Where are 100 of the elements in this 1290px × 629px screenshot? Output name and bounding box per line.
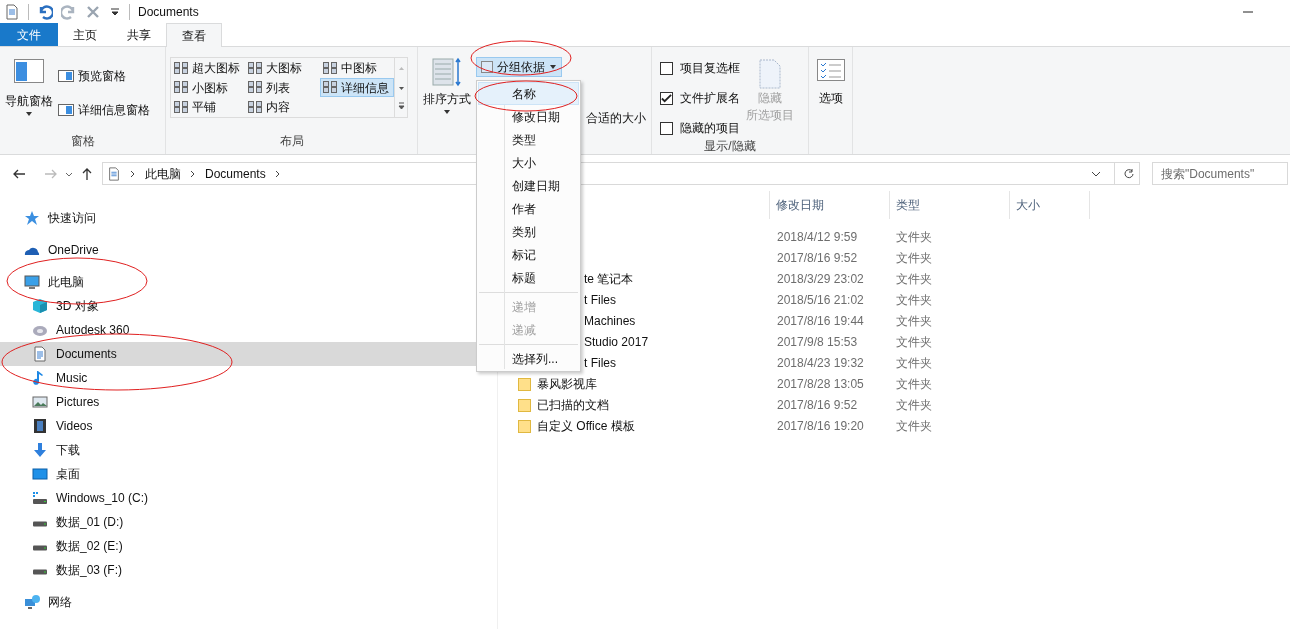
item-type: 文件夹 [895, 417, 933, 435]
layout-option[interactable]: 平铺 [171, 97, 246, 117]
file-name[interactable]: 暴风影视库 [537, 374, 597, 393]
modified-date: 2017/9/8 15:53 [776, 333, 859, 351]
up-arrow-icon[interactable] [80, 166, 94, 181]
breadcrumb-item[interactable]: 此电脑 [145, 164, 181, 183]
column-header[interactable]: 修改日期 [770, 191, 890, 219]
menu-item[interactable]: 名称 [478, 82, 579, 105]
layout-option[interactable]: 超大图标 [171, 58, 246, 78]
file-name[interactable]: te 笔记本 [584, 269, 634, 288]
breadcrumb-item[interactable]: Documents [205, 164, 266, 183]
ribbon-tab[interactable]: 查看 [166, 23, 222, 47]
modified-date: 2018/5/16 21:02 [776, 291, 865, 309]
column-header[interactable]: 类型 [890, 191, 1010, 219]
item-type: 文件夹 [895, 249, 933, 267]
modified-date: 2018/4/12 9:59 [776, 228, 859, 246]
chevron-right-icon [129, 169, 137, 178]
file-name[interactable]: 自定义 Office 模板 [537, 416, 635, 435]
nav-item[interactable]: 桌面 [0, 462, 497, 486]
fit-columns-button[interactable]: 合适的大小 [586, 109, 646, 127]
pane-icon [58, 70, 74, 82]
caret-icon [443, 108, 451, 116]
pane-layout-icon [14, 59, 44, 83]
page-icon [759, 59, 781, 89]
checkbox-label: 隐藏的项目 [680, 120, 740, 137]
item-type: 文件夹 [895, 396, 933, 414]
checkbox[interactable] [660, 121, 673, 135]
search-field[interactable]: 搜索"Documents" [1152, 162, 1288, 185]
drive-icon [32, 521, 48, 527]
chevron-right-icon [189, 169, 197, 178]
item-type: 文件夹 [895, 291, 933, 309]
monitor-icon [24, 274, 40, 290]
ribbon-tab[interactable]: 主页 [58, 23, 112, 46]
folder-icon [518, 397, 531, 412]
caret-icon [549, 63, 557, 71]
layout-option[interactable]: 详细信息 [319, 77, 394, 98]
item-type: 文件夹 [895, 333, 933, 351]
file-name[interactable]: t Files [584, 353, 616, 372]
ribbon-tab[interactable]: 共享 [112, 23, 166, 46]
nav-item[interactable]: 数据_01 (D:) [0, 510, 497, 534]
menu-item[interactable]: 修改日期 [478, 105, 579, 128]
pane-button[interactable]: 详细信息窗格 [58, 101, 150, 119]
group-by-button[interactable]: 分组依据 [476, 57, 562, 77]
item-type: 文件夹 [895, 354, 933, 372]
nav-item[interactable]: Windows_10 (C:) [0, 486, 497, 510]
layout-option[interactable]: 小图标 [171, 77, 246, 98]
options-button[interactable]: 选项 [816, 59, 845, 154]
window-title: Documents [138, 4, 199, 21]
navigation-pane-button[interactable]: 导航窗格 [0, 55, 58, 132]
star-icon [24, 210, 40, 226]
group-label: 窗格 [70, 133, 95, 150]
document-icon [107, 166, 121, 181]
nav-item[interactable]: 网络 [0, 590, 497, 614]
view-icon [174, 61, 188, 74]
layout-option[interactable]: 大图标 [245, 58, 320, 78]
document-icon [4, 4, 20, 20]
pane-button[interactable]: 预览窗格 [58, 67, 150, 85]
modified-date: 2017/8/16 19:44 [776, 312, 865, 330]
modified-date: 2017/8/16 9:52 [776, 396, 859, 414]
file-name[interactable]: Studio 2017 [584, 332, 649, 351]
nav-item[interactable]: Pictures [0, 390, 497, 414]
folder-icon [518, 418, 531, 433]
modified-date: 2017/8/28 13:05 [776, 375, 865, 393]
desktop-icon [32, 466, 48, 482]
group-icon [481, 61, 493, 73]
item-type: 文件夹 [895, 375, 933, 393]
checkbox[interactable] [660, 61, 673, 75]
nav-item[interactable]: 数据_02 (E:) [0, 534, 497, 558]
checkbox[interactable] [660, 91, 673, 105]
checkmark-icon [661, 92, 672, 104]
down-arrow-icon [32, 442, 48, 458]
picture-icon [32, 394, 48, 410]
view-icon [248, 81, 263, 94]
view-icon [248, 101, 263, 114]
cube-icon [32, 298, 48, 314]
item-type: 文件夹 [895, 312, 933, 330]
layout-option[interactable]: 内容 [245, 97, 320, 117]
system-drive-icon [32, 490, 48, 506]
file-tab[interactable]: 文件 [0, 23, 58, 46]
sort-by-button[interactable]: 排序方式 [422, 57, 472, 154]
undo-icon[interactable] [37, 4, 53, 20]
file-name[interactable]: 已扫描的文档 [537, 395, 609, 414]
modified-date: 2017/8/16 9:52 [776, 249, 859, 267]
checklist-icon [816, 59, 845, 81]
pane-icon [58, 104, 74, 116]
layout-option[interactable]: 中图标 [319, 58, 394, 78]
column-header[interactable]: 大小 [1010, 191, 1090, 219]
folder-icon [518, 376, 531, 391]
nav-item[interactable]: 数据_03 (F:) [0, 558, 497, 582]
file-name[interactable]: Machines [584, 311, 636, 330]
nav-item[interactable]: 下载 [0, 438, 497, 462]
nav-item[interactable]: Videos [0, 414, 497, 438]
file-name[interactable]: t Files [584, 290, 616, 309]
menu-item[interactable]: 类型 [478, 128, 579, 151]
item-type: 文件夹 [895, 228, 933, 246]
layout-option[interactable]: 列表 [245, 77, 320, 98]
dropdown-caret-icon[interactable] [109, 6, 121, 18]
sort-icon [432, 57, 462, 87]
view-icon [322, 61, 337, 74]
refresh-icon[interactable] [1123, 167, 1135, 180]
